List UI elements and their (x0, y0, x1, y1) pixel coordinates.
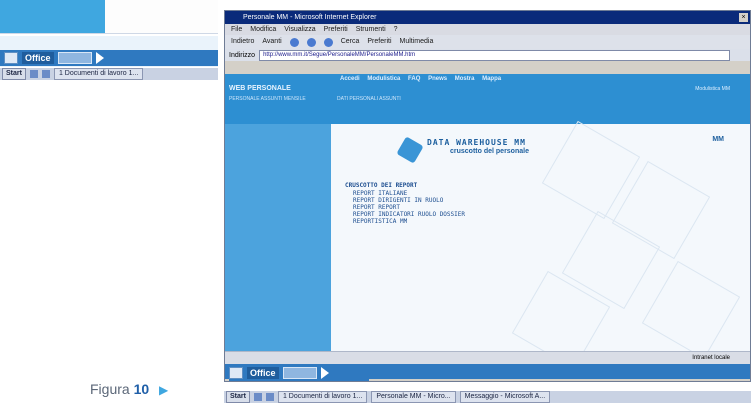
quicklaunch-icon[interactable] (41, 70, 50, 78)
report-links: CRUSCOTTO DEI REPORT REPORT ITALIANE REP… (345, 182, 465, 225)
play-arrow-icon[interactable] (95, 52, 104, 64)
stop-icon[interactable] (289, 37, 299, 47)
address-input[interactable]: http://www.mm.it/Segue/PersonaleMM/Perso… (259, 49, 730, 61)
caption-number: 10 (133, 381, 150, 397)
office-bar-bottom: Office (225, 364, 750, 381)
site-subtitle: PERSONALE ASSUNTI MENSILE (229, 96, 306, 102)
office-tile-icon[interactable] (57, 52, 92, 64)
report-link[interactable]: REPORT ITALIANE (345, 190, 465, 197)
close-icon[interactable]: × (739, 13, 748, 22)
office-button-icon[interactable] (229, 367, 243, 379)
links-heading: CRUSCOTTO DEI REPORT (345, 182, 418, 189)
nav-item[interactable]: Pnews (428, 76, 447, 82)
hexagon-decoration (641, 260, 741, 352)
background-accent-strip (0, 0, 105, 33)
office-logo: Office (22, 52, 54, 64)
address-bar: Indirizzo http://www.mm.it/Segue/Persona… (225, 49, 750, 61)
report-link[interactable]: REPORT DIRIGENTI IN RUOLO (345, 197, 465, 204)
office-logo: Office (247, 367, 279, 379)
status-zone: Intranet locale (692, 355, 730, 361)
refresh-icon[interactable] (306, 37, 316, 47)
menu-item-file[interactable]: File (231, 26, 242, 33)
taskbar-task[interactable]: 1 Documenti di lavoro 1... (277, 391, 368, 403)
menu-item-strumenti[interactable]: Strumenti (356, 26, 386, 33)
web-page: Accedi Modulistica FAQ Pnews Mostra Mapp… (225, 74, 750, 352)
report-link[interactable]: REPORTISTICA MM (345, 218, 465, 225)
window-titlebar: Personale MM - Microsoft Internet Explor… (225, 11, 750, 24)
back-button[interactable]: Indietro (231, 35, 254, 49)
quicklaunch-icon[interactable] (265, 393, 274, 401)
corner-logo: MM (712, 136, 724, 143)
page-heading: DATA WAREHOUSE MM (427, 138, 526, 147)
media-button[interactable]: Multimedia (400, 35, 434, 49)
page-nav: Accedi Modulistica FAQ Pnews Mostra Mapp… (340, 76, 501, 82)
favorites-button[interactable]: Preferiti (367, 35, 391, 49)
address-label: Indirizzo (229, 51, 256, 59)
site-title: WEB PERSONALE (229, 85, 291, 92)
report-link[interactable]: REPORT REPORT (345, 204, 465, 211)
site-subtitle-secondary[interactable]: DATI PERSONALI ASSUNTI (337, 96, 401, 102)
nav-item[interactable]: Modulistica (367, 76, 400, 82)
office-tile-icon[interactable] (282, 367, 317, 379)
taskbar: Start 1 Documenti di lavoro 1... (0, 67, 218, 80)
home-icon[interactable] (323, 37, 333, 47)
nav-item[interactable]: FAQ (408, 76, 420, 82)
taskbar-task[interactable]: 1 Documenti di lavoro 1... (53, 68, 144, 80)
office-bar: Office (0, 50, 218, 66)
status-bar: Intranet locale (225, 351, 750, 364)
browser-window: Personale MM - Microsoft Internet Explor… (224, 10, 751, 382)
forward-button[interactable]: Avanti (262, 35, 281, 49)
window-title: Personale MM - Microsoft Internet Explor… (243, 14, 377, 21)
toolbar: Indietro Avanti Cerca Preferiti Multimed… (225, 35, 750, 49)
menu-item-preferiti[interactable]: Preferiti (324, 26, 348, 33)
office-button-icon[interactable] (4, 52, 18, 64)
hexagon-logo-icon (396, 136, 424, 164)
quicklaunch-icon[interactable] (29, 70, 38, 78)
caption-arrow-icon: ▶ (159, 383, 169, 397)
menu-item-visualizza[interactable]: Visualizza (284, 26, 315, 33)
search-button[interactable]: Cerca (341, 35, 360, 49)
menu-item-modifica[interactable]: Modifica (250, 26, 276, 33)
menu-item-help[interactable]: ? (394, 26, 398, 33)
taskbar-bottom: Start 1 Documenti di lavoro 1... Persona… (224, 390, 751, 403)
page-subheading: cruscotto del personale (450, 148, 529, 155)
nav-item[interactable]: Accedi (340, 76, 360, 82)
quicklaunch-icon[interactable] (253, 393, 262, 401)
header-link[interactable]: Modulistica MM (695, 86, 730, 92)
caption-label: Figura (90, 381, 130, 397)
play-arrow-icon[interactable] (320, 367, 329, 379)
taskbar-task[interactable]: Personale MM - Micro... (371, 391, 456, 403)
nav-item[interactable]: Mostra (455, 76, 475, 82)
nav-item[interactable]: Mappa (482, 76, 501, 82)
menu-bar: File Modifica Visualizza Preferiti Strum… (225, 24, 750, 35)
start-button[interactable]: Start (2, 68, 26, 80)
taskbar-task[interactable]: Messaggio - Microsoft A... (459, 391, 551, 403)
report-link[interactable]: REPORT INDICATORI RUOLO DOSSIER (345, 211, 465, 218)
start-button[interactable]: Start (226, 391, 250, 403)
figure-caption: Figura 10 ▶ (90, 381, 168, 397)
